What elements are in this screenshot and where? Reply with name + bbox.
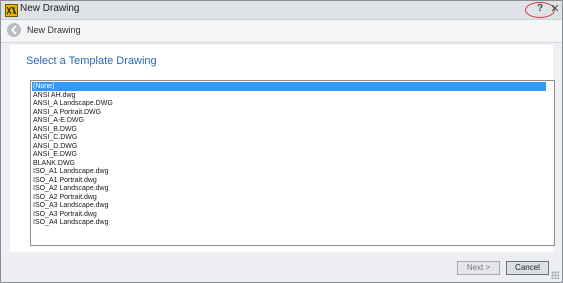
- content-panel: Select a Template Drawing (None) ANSI AH.…: [10, 45, 555, 252]
- page-heading: Select a Template Drawing: [26, 55, 157, 67]
- title-bar[interactable]: New Drawing ? ✕: [1, 1, 562, 20]
- new-drawing-dialog: New Drawing ? ✕ New Drawing Select a Tem…: [0, 0, 563, 283]
- cancel-button[interactable]: Cancel: [506, 261, 549, 275]
- resize-grip[interactable]: [551, 271, 559, 279]
- window-title: New Drawing: [20, 3, 80, 14]
- help-icon[interactable]: ?: [534, 3, 546, 15]
- app-logo-icon: [5, 4, 18, 17]
- next-button[interactable]: Next >: [457, 261, 500, 275]
- dialog-footer: Next > Cancel: [1, 255, 562, 282]
- close-icon[interactable]: ✕: [550, 3, 560, 15]
- template-listbox[interactable]: (None) ANSI AH.dwg ANSI_A Landscape.DWG ANS…: [30, 80, 555, 246]
- navigation-bar: New Drawing: [1, 20, 562, 43]
- back-arrow-icon[interactable]: [7, 23, 21, 37]
- template-list-item[interactable]: ISO_A4 Landscape.dwg: [32, 218, 546, 227]
- nav-title: New Drawing: [27, 25, 81, 35]
